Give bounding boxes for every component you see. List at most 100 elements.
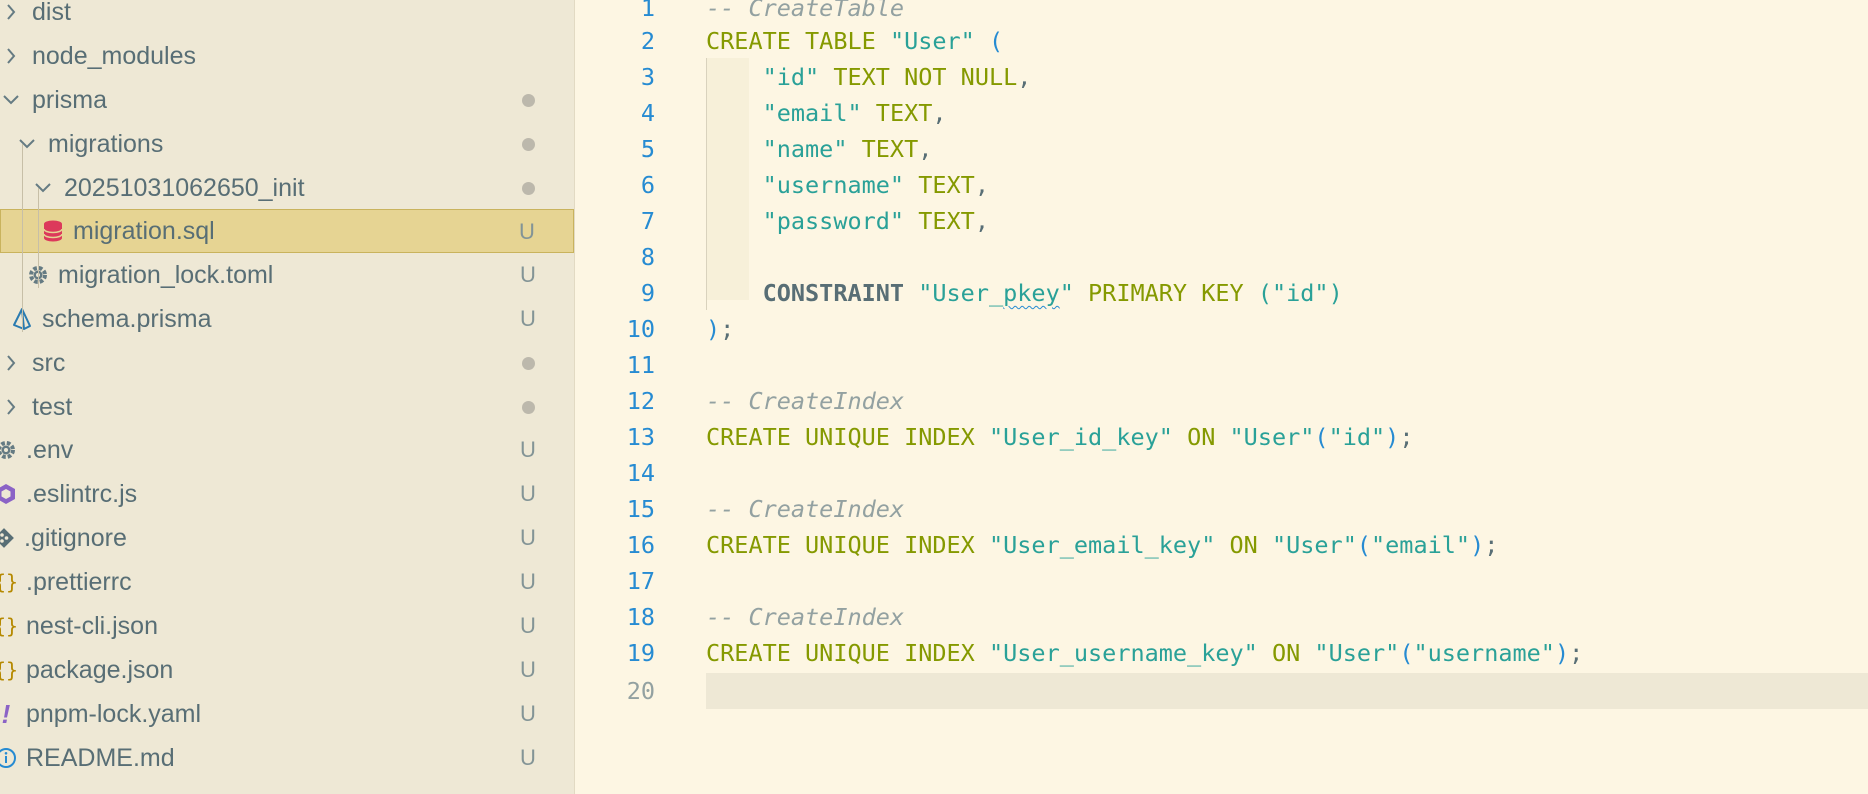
- line-content: -- CreateIndex: [706, 495, 905, 523]
- tree-item-label: nest-cli.json: [26, 611, 158, 640]
- tree-item-src[interactable]: src: [0, 341, 574, 385]
- tree-item-env[interactable]: .env U: [0, 428, 574, 472]
- tree-item-label: test: [32, 392, 73, 421]
- code-line: 19 CREATE UNIQUE INDEX "User_username_ke…: [575, 635, 1868, 671]
- line-content: CREATE UNIQUE INDEX "User_username_key" …: [706, 639, 1584, 667]
- line-number: 17: [626, 567, 655, 595]
- line-content: CREATE UNIQUE INDEX "User_email_key" ON …: [706, 531, 1499, 559]
- tree-item-label: .eslintrc.js: [26, 479, 138, 508]
- chevron-right-icon[interactable]: [0, 353, 22, 373]
- json-braces-icon: {}: [0, 658, 19, 682]
- json-braces-icon: {}: [0, 614, 19, 638]
- git-status-untracked: U: [520, 525, 536, 550]
- line-content: "name" TEXT,: [762, 135, 933, 163]
- code-line: 13 CREATE UNIQUE INDEX "User_id_key" ON …: [575, 419, 1868, 455]
- tree-item-label: prisma: [32, 85, 108, 114]
- code-line: 10 );: [575, 311, 1868, 347]
- line-content: -- CreateIndex: [706, 603, 905, 631]
- tree-item-eslintrc[interactable]: .eslintrc.js U: [0, 472, 574, 516]
- git-status-untracked: U: [520, 657, 536, 682]
- git-status-dot: [512, 385, 544, 429]
- line-number: 15: [626, 495, 655, 523]
- line-number: 19: [626, 639, 655, 667]
- chevron-right-icon[interactable]: [0, 2, 22, 22]
- git-status-untracked: U: [519, 219, 535, 244]
- line-number: 2: [640, 27, 655, 55]
- line-number: 8: [640, 243, 655, 271]
- chevron-down-icon[interactable]: [16, 137, 38, 151]
- explorer-sidebar: dist node_modules prisma migrations 2025…: [0, 0, 575, 794]
- code-line: 15 -- CreateIndex: [575, 491, 1868, 527]
- git-status-untracked: U: [520, 569, 536, 594]
- tree-item-readme[interactable]: README.md U: [0, 736, 574, 780]
- info-icon: [0, 747, 18, 769]
- line-number: 1: [640, 0, 655, 22]
- indent-guide: [38, 188, 39, 288]
- tree-item-prettierrc[interactable]: {} .prettierrc U: [0, 560, 574, 604]
- line-content: CREATE TABLE "User" (: [706, 27, 1004, 55]
- line-content: "email" TEXT,: [762, 99, 947, 127]
- chevron-right-icon[interactable]: [0, 397, 22, 417]
- git-status-untracked: U: [520, 306, 536, 331]
- tree-item-nest-cli[interactable]: {} nest-cli.json U: [0, 604, 574, 648]
- code-line: 11: [575, 347, 1868, 383]
- line-content: "password" TEXT,: [762, 207, 989, 235]
- line-number: 16: [626, 531, 655, 559]
- tree-item-migration-sql[interactable]: migration.sql U: [0, 209, 574, 253]
- git-status-untracked: U: [520, 701, 536, 726]
- chevron-down-icon[interactable]: [32, 181, 54, 195]
- gear-icon: [0, 438, 18, 462]
- line-number: 10: [626, 315, 655, 343]
- line-content: "username" TEXT,: [762, 171, 989, 199]
- chevron-down-icon[interactable]: [0, 93, 22, 107]
- line-number: 13: [626, 423, 655, 451]
- line-number: 5: [640, 135, 655, 163]
- code-line: 2 CREATE TABLE "User" (: [575, 23, 1868, 59]
- code-line: 5 "name" TEXT,: [575, 131, 1868, 167]
- code-line: 16 CREATE UNIQUE INDEX "User_email_key" …: [575, 527, 1868, 563]
- tree-item-dist[interactable]: dist: [0, 0, 574, 34]
- tree-item-gitignore[interactable]: .gitignore U: [0, 516, 574, 560]
- tree-item-node-modules[interactable]: node_modules: [0, 34, 574, 78]
- tree-item-test[interactable]: test: [0, 385, 574, 429]
- code-line: 14: [575, 455, 1868, 491]
- tree-item-pnpm-lock[interactable]: ! pnpm-lock.yaml U: [0, 692, 574, 736]
- tree-item-label: 20251031062650_init: [64, 173, 305, 202]
- exclamation-icon: !: [1, 698, 11, 729]
- tree-item-package-json[interactable]: {} package.json U: [0, 648, 574, 692]
- line-content: -- CreateIndex: [706, 387, 905, 415]
- tree-item-migrations[interactable]: migrations: [0, 122, 574, 166]
- code-line: 17: [575, 563, 1868, 599]
- chevron-right-icon[interactable]: [0, 46, 22, 66]
- indent-guide: [22, 144, 23, 332]
- code-line: 18 -- CreateIndex: [575, 599, 1868, 635]
- tree-item-label: package.json: [26, 655, 174, 684]
- line-number: 9: [640, 279, 655, 307]
- code-line: 6 "username" TEXT,: [575, 167, 1868, 203]
- tree-item-label: dist: [32, 0, 71, 26]
- json-braces-icon: {}: [0, 570, 19, 594]
- tree-item-migration-lock[interactable]: migration_lock.toml U: [0, 253, 574, 297]
- eslint-icon: [0, 482, 18, 506]
- tree-item-label: src: [32, 348, 66, 377]
- line-number: 12: [626, 387, 655, 415]
- git-status-untracked: U: [520, 481, 536, 506]
- tree-item-label: migration_lock.toml: [58, 260, 274, 289]
- tree-item-prisma[interactable]: prisma: [0, 78, 574, 122]
- line-number: 11: [626, 351, 655, 379]
- tree-item-label: migrations: [48, 129, 164, 158]
- tree-item-label: node_modules: [32, 41, 197, 70]
- git-icon: [0, 526, 16, 550]
- line-number: 18: [626, 603, 655, 631]
- git-status-dot: [512, 341, 544, 385]
- tree-item-label: README.md: [26, 743, 175, 772]
- git-status-untracked: U: [520, 437, 536, 462]
- line-content: CONSTRAINT "User_pkey" PRIMARY KEY ("id"…: [762, 279, 1343, 307]
- tree-item-schema-prisma[interactable]: schema.prisma U: [0, 297, 574, 341]
- git-status-untracked: U: [520, 745, 536, 770]
- line-number: 20: [626, 677, 655, 705]
- tree-item-init-migration[interactable]: 20251031062650_init: [0, 166, 574, 210]
- tree-item-label: migration.sql: [73, 216, 215, 245]
- code-editor[interactable]: 1 -- CreateTable 2 CREATE TABLE "User" (…: [575, 0, 1868, 794]
- database-icon: [41, 219, 65, 243]
